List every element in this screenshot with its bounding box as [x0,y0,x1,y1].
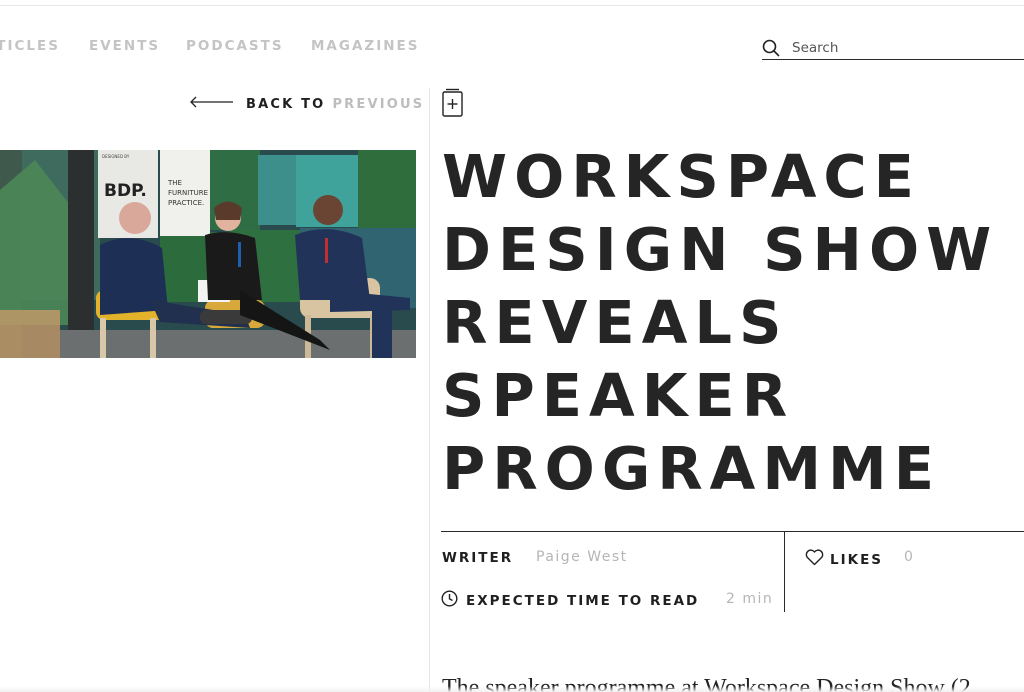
sign2-line3: PRACTICE. [168,199,204,207]
bookmark-add-icon[interactable] [442,88,463,117]
title-line: WORKSPACE [442,142,921,211]
sign2-line2: FURNITURE [168,189,208,197]
sign2-line1: THE [167,179,182,187]
read-time-row: EXPECTED TIME TO READ [441,590,699,612]
back-to-previous-link[interactable]: BACK TO PREVIOUS [190,95,424,113]
article-hero-image: DESIGNED BY BDP. THE FURNITURE PRACTICE. [0,150,416,358]
meta-divider [784,532,785,612]
title-line: REVEALS [442,288,789,357]
nav-item-magazines[interactable]: MAGAZINES [311,38,419,54]
likes-label: LIKES [830,552,884,568]
column-divider [429,88,430,692]
sign-small-text: DESIGNED BY [102,154,130,159]
heart-icon[interactable] [805,549,830,571]
nav-item-articles[interactable]: ARTICLES [0,38,60,54]
writer-label: WRITER [442,550,514,566]
clock-icon [441,590,466,612]
likes-button[interactable]: LIKES [805,549,883,571]
title-line: DESIGN SHOW [442,215,999,284]
search-input[interactable] [792,37,992,58]
writer-name[interactable]: Paige West [536,549,628,565]
title-line: SPEAKER [442,361,795,430]
read-time-value: 2 min [726,591,774,607]
likes-count: 0 [904,549,915,565]
search-bar [762,36,1024,60]
nav-item-podcasts[interactable]: PODCASTS [186,38,284,54]
article-title: WORKSPACE DESIGN SHOW REVEALS SPEAKER PR… [442,140,1024,505]
title-line: PROGRAMME [442,434,942,503]
nav-item-events[interactable]: EVENTS [89,38,160,54]
search-icon[interactable] [762,39,780,57]
previous-label: PREVIOUS [332,96,425,112]
meta-top-rule [441,531,1024,532]
sign-logo-text: BDP. [104,181,147,201]
bottom-fade [0,686,1024,692]
arrow-left-icon [190,95,246,113]
top-rule [0,5,1024,6]
back-label: BACK TO [246,96,326,112]
read-time-label: EXPECTED TIME TO READ [466,593,700,609]
